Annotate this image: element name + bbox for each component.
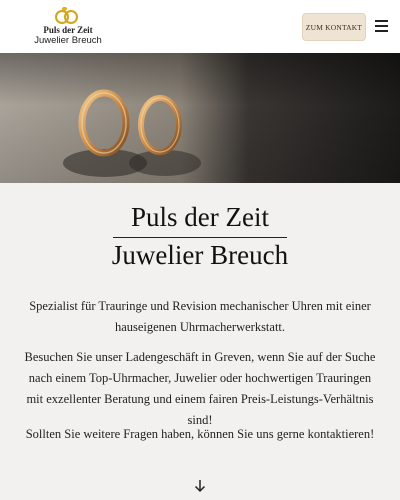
visit-paragraph: Besuchen Sie unser Ladengeschäft in Grev…: [24, 350, 376, 427]
rings-logo-icon: [55, 7, 78, 24]
title-divider: [113, 237, 287, 238]
logo[interactable]: Puls der Zeit Juwelier Breuch: [33, 7, 103, 47]
hamburger-menu-icon[interactable]: [375, 20, 388, 32]
wedding-rings-photo: [0, 53, 400, 183]
page-title-line1: Puls der Zeit: [131, 202, 269, 232]
site-header: Puls der Zeit Juwelier Breuch ZUM KONTAK…: [0, 0, 400, 53]
intro-paragraph: Spezialist für Trauringe und Revision me…: [29, 299, 371, 334]
logo-text-line2: Juwelier Breuch: [34, 35, 102, 46]
contact-paragraph: Sollten Sie weitere Fragen haben, können…: [25, 427, 375, 441]
hero-image: [0, 53, 400, 183]
page-title-line2: Juwelier Breuch: [111, 240, 289, 270]
logo-text-line1: Puls der Zeit: [43, 25, 93, 35]
arrow-down-icon[interactable]: [194, 479, 206, 493]
contact-button[interactable]: ZUM KONTAKT: [302, 13, 366, 41]
